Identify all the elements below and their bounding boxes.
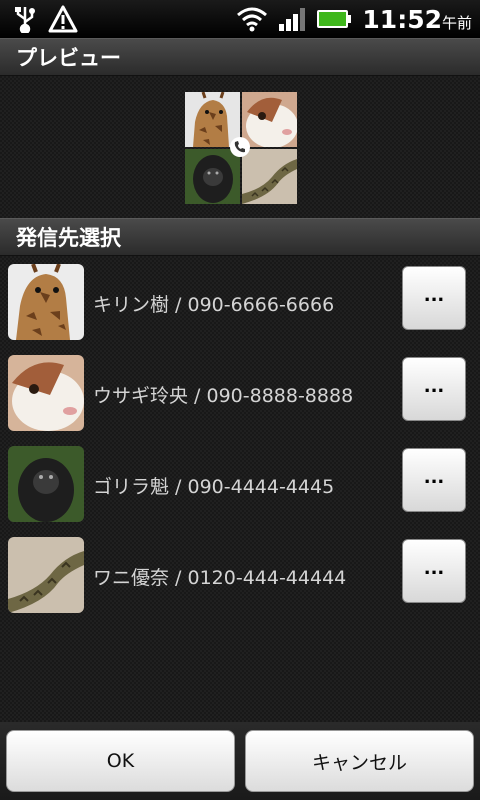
contact-photo-giraffe: [8, 264, 84, 340]
signal-icon: [279, 8, 306, 31]
preview-title: プレビュー: [16, 46, 121, 70]
contact-row[interactable]: ワニ優奈 / 0120-444-44444 ...: [0, 531, 480, 621]
cancel-button[interactable]: キャンセル: [245, 730, 474, 792]
contact-more-button[interactable]: ...: [402, 448, 466, 512]
clock: 11:52午前: [362, 5, 472, 34]
usb-icon: [15, 7, 35, 33]
contact-photo-gorilla: [8, 446, 84, 522]
contact-row[interactable]: キリン樹 / 090-6666-6666 ...: [0, 258, 480, 348]
phone-icon: [230, 137, 250, 157]
contact-row[interactable]: ゴリラ魁 / 090-4444-4445 ...: [0, 440, 480, 530]
contact-label: キリン樹 / 090-6666-6666: [93, 293, 335, 316]
contact-photo-rabbit: [8, 355, 84, 431]
clock-ampm: 午前: [441, 13, 472, 32]
warning-icon: [48, 5, 78, 33]
clock-time: 11:52: [362, 4, 442, 34]
contact-more-button[interactable]: ...: [402, 539, 466, 603]
contact-photo-lizard: [8, 537, 84, 613]
contact-label: ウサギ玲央 / 090-8888-8888: [93, 384, 354, 407]
contact-label: ゴリラ魁 / 090-4444-4445: [93, 475, 335, 498]
contact-row[interactable]: ウサギ玲央 / 090-8888-8888 ...: [0, 349, 480, 439]
contact-label: ワニ優奈 / 0120-444-44444: [93, 566, 347, 589]
battery-icon: [317, 10, 352, 28]
preview-area: [0, 78, 480, 218]
contact-more-button[interactable]: ...: [402, 357, 466, 421]
select-title: 発信先選択: [16, 226, 121, 250]
button-bar: OK キャンセル: [0, 722, 480, 800]
status-bar: 11:52午前: [0, 0, 480, 38]
wifi-icon: [237, 7, 268, 32]
select-header: 発信先選択: [0, 218, 480, 256]
ok-button[interactable]: OK: [6, 730, 235, 792]
preview-header: プレビュー: [0, 38, 480, 76]
contact-more-button[interactable]: ...: [402, 266, 466, 330]
